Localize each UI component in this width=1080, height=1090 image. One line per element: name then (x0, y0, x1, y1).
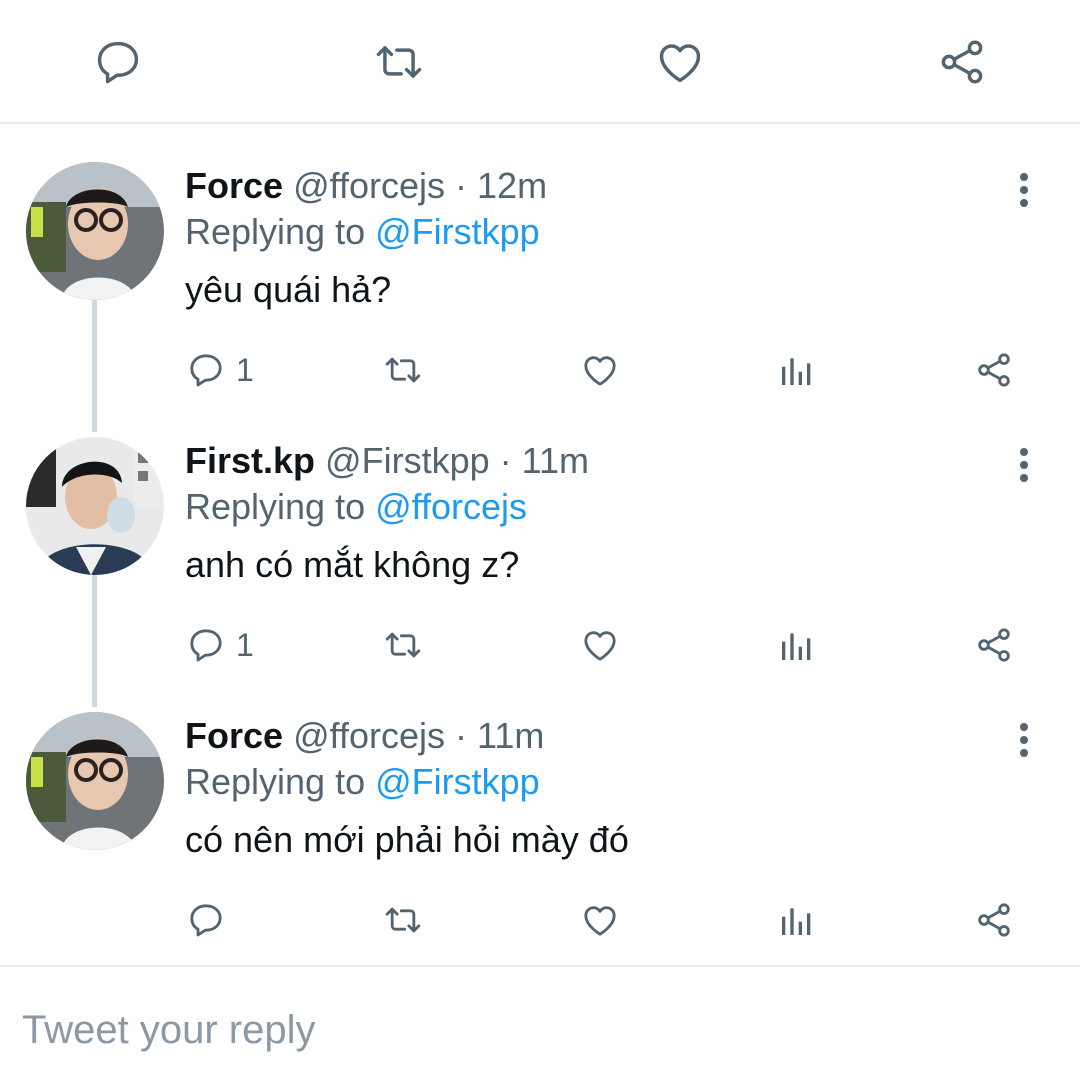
heart-icon (584, 906, 616, 936)
main-tweet-action-bar (0, 0, 1080, 124)
reply-tweet[interactable]: Force @fforcejs · 11m Replying to @First… (0, 712, 1080, 962)
analytics-icon (782, 908, 811, 935)
share-button[interactable] (974, 623, 1014, 667)
reply-icon (97, 41, 139, 84)
avatar[interactable] (26, 712, 164, 850)
timestamp[interactable]: 12m (477, 165, 547, 206)
retweet-button[interactable] (383, 348, 423, 392)
reply-count: 1 (236, 626, 254, 663)
reply-button[interactable] (186, 898, 236, 942)
like-button[interactable] (580, 623, 620, 667)
retweet-icon (385, 907, 421, 933)
like-button[interactable] (580, 348, 620, 392)
replying-to: Replying to @fforcejs (185, 483, 527, 531)
heart-icon (659, 44, 701, 83)
tweet-header: Force @fforcejs · 11m (185, 712, 544, 760)
analytics-icon (782, 358, 811, 385)
retweet-icon (385, 357, 421, 383)
like-button[interactable] (652, 34, 708, 90)
more-options-button[interactable] (1004, 441, 1044, 489)
timestamp[interactable]: 11m (477, 715, 544, 756)
share-button[interactable] (974, 898, 1014, 942)
share-icon (978, 628, 1010, 662)
share-button[interactable] (934, 34, 990, 90)
more-options-button[interactable] (1004, 716, 1044, 764)
analytics-button[interactable] (777, 898, 817, 942)
avatar[interactable] (26, 437, 164, 575)
avatar-force-image (26, 162, 164, 300)
display-name[interactable]: Force (185, 715, 283, 756)
composer-divider (0, 965, 1080, 967)
like-button[interactable] (580, 898, 620, 942)
display-name[interactable]: Force (185, 165, 283, 206)
reply-icon (190, 354, 222, 387)
tweet-header: Force @fforcejs · 12m (185, 162, 547, 210)
analytics-button[interactable] (777, 348, 817, 392)
share-icon (941, 40, 983, 84)
reply-button[interactable] (90, 34, 146, 90)
more-options-button[interactable] (1004, 166, 1044, 214)
mention-link[interactable]: @Firstkpp (375, 211, 540, 252)
retweet-button[interactable] (383, 898, 423, 942)
timestamp[interactable]: 11m (522, 440, 589, 481)
share-icon (978, 903, 1010, 937)
avatar[interactable] (26, 162, 164, 300)
user-handle[interactable]: @fforcejs (293, 715, 445, 756)
tweet-header: First.kp @Firstkpp · 11m (185, 437, 589, 485)
share-icon (978, 353, 1010, 387)
mention-link[interactable]: @Firstkpp (375, 761, 540, 802)
share-button[interactable] (974, 348, 1014, 392)
tweet-actions (0, 898, 1080, 942)
tweet-text: anh có mắt không z? (185, 544, 520, 585)
separator-dot: · (455, 715, 468, 756)
replying-to: Replying to @Firstkpp (185, 758, 540, 806)
user-handle[interactable]: @fforcejs (293, 165, 445, 206)
reply-tweet[interactable]: First.kp @Firstkpp · 11m Replying to @ff… (0, 437, 1080, 687)
tweet-text: có nên mới phải hỏi mày đó (185, 819, 629, 860)
tweet-actions: 1 (0, 623, 1080, 667)
replying-prefix: Replying to (185, 761, 376, 802)
separator-dot: · (499, 440, 512, 481)
analytics-icon (782, 633, 811, 660)
retweet-button[interactable] (383, 623, 423, 667)
avatar-firstkp-image (26, 437, 164, 575)
reply-icon (190, 904, 222, 937)
reply-icon (190, 629, 222, 662)
tweet-text: yêu quái hả? (185, 269, 392, 310)
reply-input[interactable] (22, 1000, 1052, 1060)
replying-to: Replying to @Firstkpp (185, 208, 540, 256)
heart-icon (584, 356, 616, 386)
tweet-actions: 1 (0, 348, 1080, 392)
avatar-force-image (26, 712, 164, 850)
replying-prefix: Replying to (185, 211, 376, 252)
user-handle[interactable]: @Firstkpp (325, 440, 490, 481)
reply-button[interactable]: 1 (186, 348, 254, 392)
more-vertical-icon (1020, 723, 1028, 757)
analytics-button[interactable] (777, 623, 817, 667)
replying-prefix: Replying to (185, 486, 376, 527)
more-vertical-icon (1020, 448, 1028, 482)
reply-count: 1 (236, 351, 254, 388)
more-vertical-icon (1020, 173, 1028, 207)
mention-link[interactable]: @fforcejs (375, 486, 527, 527)
retweet-icon (385, 632, 421, 658)
display-name[interactable]: First.kp (185, 440, 315, 481)
retweet-button[interactable] (371, 34, 427, 90)
reply-tweet[interactable]: Force @fforcejs · 12m Replying to @First… (0, 162, 1080, 412)
heart-icon (584, 631, 616, 661)
separator-dot: · (455, 165, 468, 206)
retweet-icon (376, 46, 422, 78)
reply-button[interactable]: 1 (186, 623, 254, 667)
